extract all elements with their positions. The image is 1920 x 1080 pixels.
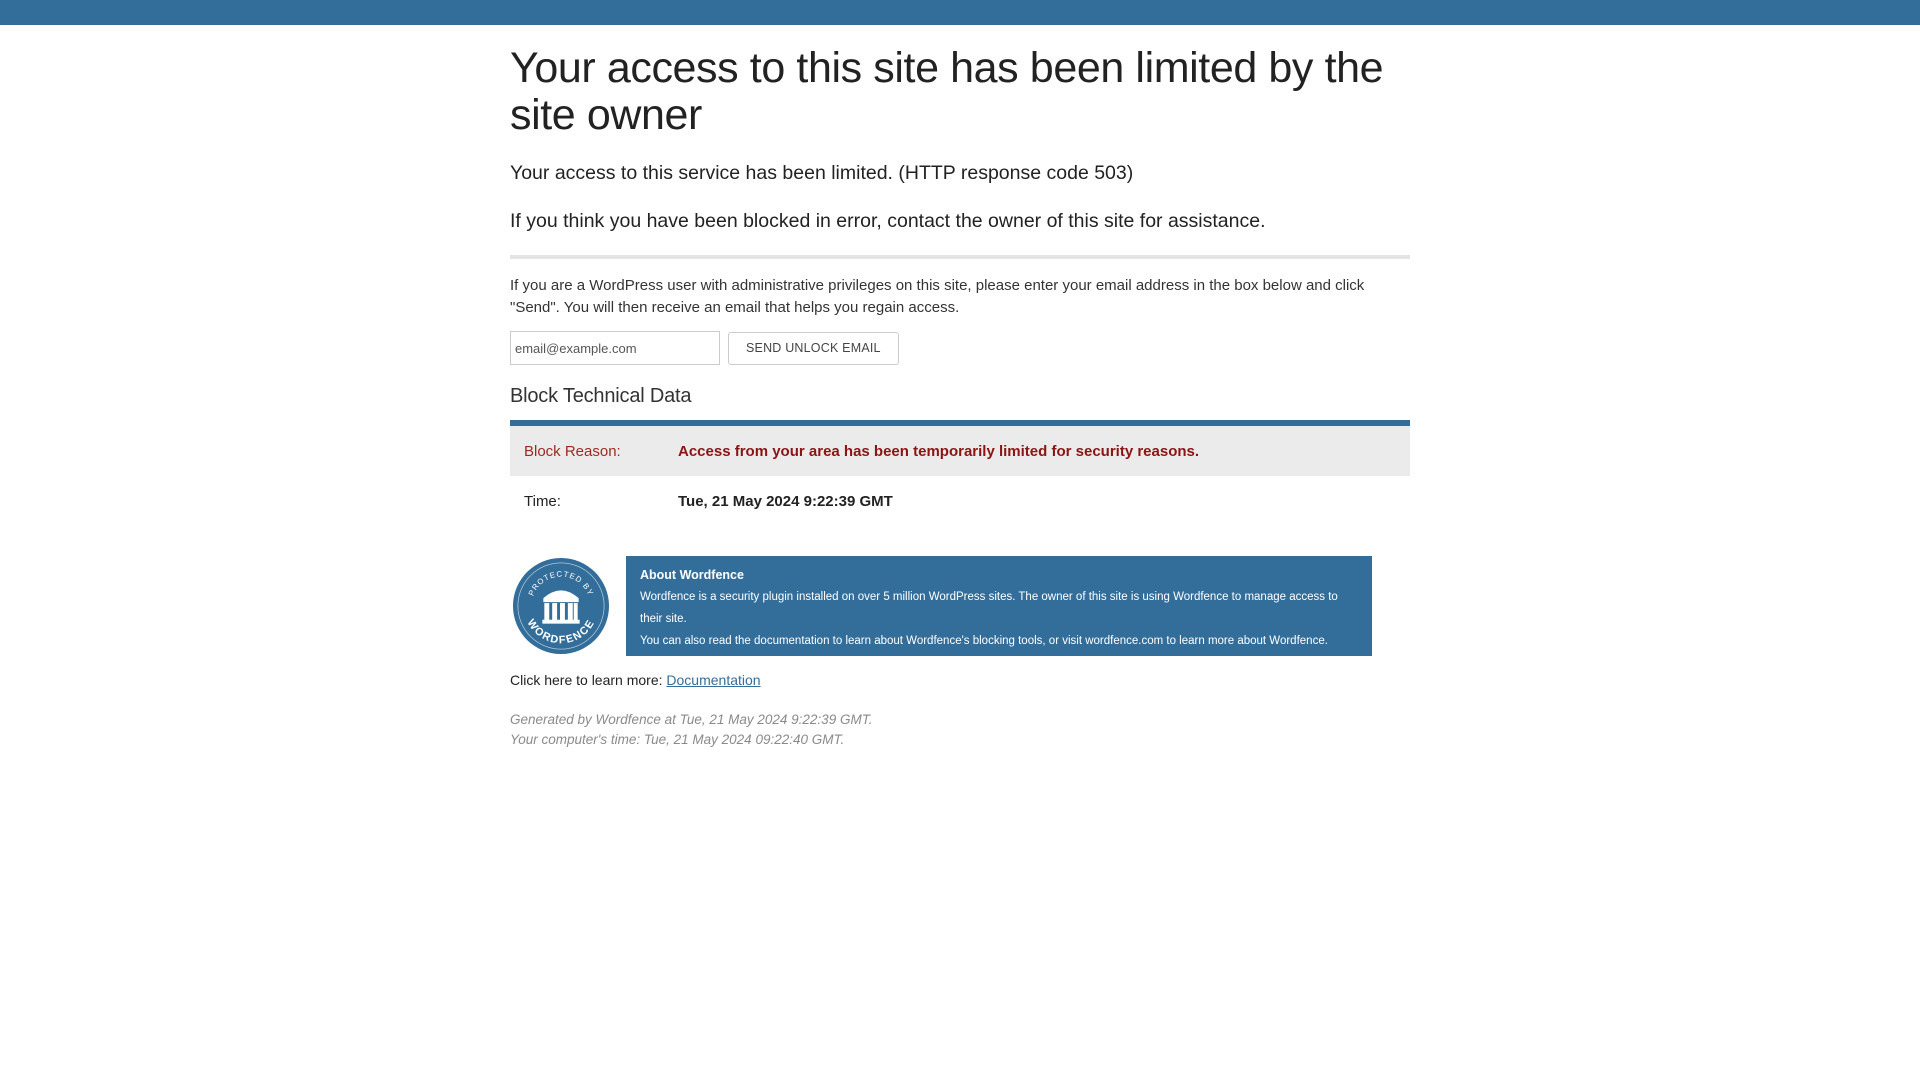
wordfence-badge-icon: PROTECTED BY WORDFENCE xyxy=(512,557,610,655)
contact-message: If you think you have been blocked in er… xyxy=(510,210,1266,232)
divider xyxy=(510,255,1410,259)
unlock-form: SEND UNLOCK EMAIL xyxy=(510,331,1410,365)
learn-more: Click here to learn more: Documentation xyxy=(510,672,1410,688)
computer-time: Your computer's time: Tue, 21 May 2024 0… xyxy=(510,732,845,747)
limit-message: Your access to this service has been lim… xyxy=(510,162,1134,184)
block-reason-row: Block Reason: Access from your area has … xyxy=(510,426,1410,476)
time-label: Time: xyxy=(524,492,561,510)
top-brand-bar xyxy=(0,0,1920,25)
time-value: Tue, 21 May 2024 9:22:39 GMT xyxy=(678,492,893,510)
footer-meta: Generated by Wordfence at Tue, 21 May 20… xyxy=(510,710,1410,750)
learn-more-prefix: Click here to learn more: xyxy=(510,672,667,688)
time-row: Time: Tue, 21 May 2024 9:22:39 GMT xyxy=(510,476,1410,526)
email-input[interactable] xyxy=(510,331,720,365)
page-title: Your access to this site has been limite… xyxy=(510,44,1384,139)
send-unlock-email-button[interactable]: SEND UNLOCK EMAIL xyxy=(728,331,899,365)
block-reason-value: Access from your area has been temporari… xyxy=(678,442,1200,460)
technical-data-table: Block Reason: Access from your area has … xyxy=(510,420,1410,526)
about-line-2: You can also read the documentation to l… xyxy=(640,635,1328,647)
technical-data-title: Block Technical Data xyxy=(510,385,692,407)
unlock-instructions: If you are a WordPress user with adminis… xyxy=(510,277,1365,316)
generated-time: Generated by Wordfence at Tue, 21 May 20… xyxy=(510,712,873,727)
about-wordfence-box: About Wordfence Wordfence is a security … xyxy=(626,556,1372,656)
block-reason-label: Block Reason: xyxy=(524,442,621,460)
about-section: PROTECTED BY WORDFENCE About Wordfence W… xyxy=(510,556,1410,656)
main-content: Your access to this site has been limite… xyxy=(510,25,1410,750)
documentation-link[interactable]: Documentation xyxy=(666,672,760,688)
about-title: About Wordfence xyxy=(640,568,744,582)
about-line-1: Wordfence is a security plugin installed… xyxy=(640,591,1338,625)
